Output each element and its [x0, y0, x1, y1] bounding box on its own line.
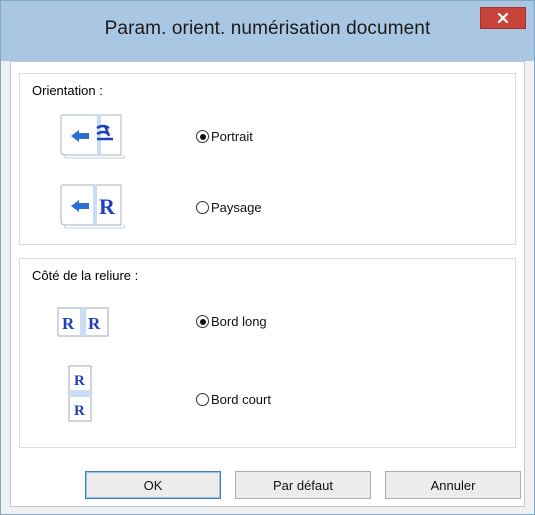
- landscape-orientation-icon: R: [53, 182, 129, 233]
- radio-short-edge[interactable]: Bord court: [196, 392, 271, 407]
- radio-landscape-label: Paysage: [211, 200, 262, 215]
- radio-landscape-indicator[interactable]: [196, 201, 209, 214]
- long-edge-binding-icon: R R: [56, 305, 112, 342]
- close-icon: [497, 12, 509, 24]
- radio-long-edge-indicator[interactable]: [196, 315, 209, 328]
- svg-text:R: R: [74, 403, 85, 419]
- svg-text:R: R: [99, 194, 116, 219]
- radio-portrait[interactable]: Portrait: [196, 129, 253, 144]
- svg-text:R: R: [74, 373, 85, 389]
- radio-portrait-indicator[interactable]: [196, 130, 209, 143]
- cancel-button[interactable]: Annuler: [385, 471, 521, 499]
- radio-long-edge-label: Bord long: [211, 314, 267, 329]
- ok-button[interactable]: OK: [85, 471, 221, 499]
- title-bar[interactable]: Param. orient. numérisation document: [1, 1, 534, 61]
- short-edge-binding-icon: R R: [66, 363, 96, 430]
- radio-portrait-label: Portrait: [211, 129, 253, 144]
- dialog-title: Param. orient. numérisation document: [104, 18, 431, 39]
- svg-text:R: R: [88, 314, 101, 333]
- orientation-group: Orientation : Portrait R Paysage: [19, 73, 516, 245]
- binding-label: Côté de la reliure :: [32, 268, 139, 283]
- radio-short-edge-label: Bord court: [211, 392, 271, 407]
- dialog-client-area: Orientation : Portrait R Paysage Côté de…: [10, 61, 525, 507]
- default-button[interactable]: Par défaut: [235, 471, 371, 499]
- radio-landscape[interactable]: Paysage: [196, 200, 262, 215]
- orientation-label: Orientation :: [32, 83, 103, 98]
- svg-text:R: R: [62, 314, 75, 333]
- binding-group: Côté de la reliure : R R Bord long R R B…: [19, 258, 516, 448]
- close-button[interactable]: [480, 7, 526, 29]
- dialog-window: Param. orient. numérisation document Ori…: [0, 0, 535, 515]
- radio-long-edge[interactable]: Bord long: [196, 314, 267, 329]
- radio-short-edge-indicator[interactable]: [196, 393, 209, 406]
- portrait-orientation-icon: [53, 112, 129, 163]
